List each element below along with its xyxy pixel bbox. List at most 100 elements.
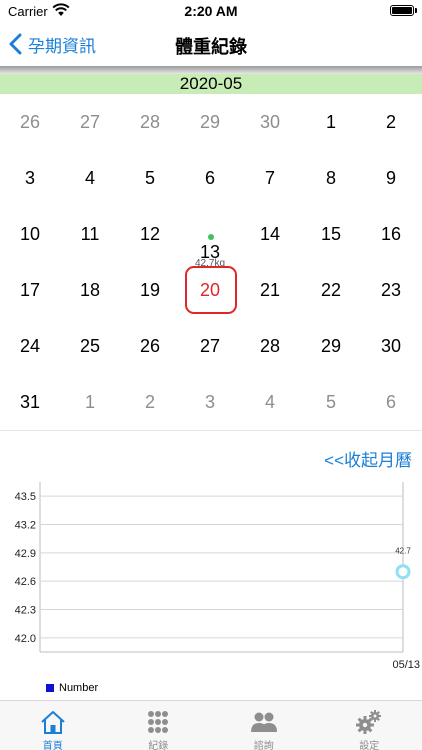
calendar-day-number: 4 xyxy=(84,168,95,188)
calendar-day[interactable]: 21 xyxy=(240,262,300,318)
grid-icon xyxy=(148,711,169,733)
people-icon xyxy=(250,712,277,732)
calendar-day[interactable]: 4 xyxy=(60,150,120,206)
calendar-day-number: 26 xyxy=(139,336,161,356)
calendar-day[interactable]: 5 xyxy=(301,374,361,430)
calendar-day-number: 16 xyxy=(380,224,402,244)
status-time: 2:20 AM xyxy=(184,3,238,19)
calendar-day-number: 30 xyxy=(259,112,281,132)
tab-consult[interactable]: 諮詢 xyxy=(211,701,317,750)
calendar-day[interactable]: 3 xyxy=(0,150,60,206)
calendar-day[interactable]: 29 xyxy=(301,318,361,374)
calendar-day[interactable]: 27 xyxy=(60,94,120,150)
calendar-day-number: 10 xyxy=(19,224,41,244)
weight-chart-svg: 43.5 43.2 42.9 42.6 42.3 42.0 05/13 42.7 xyxy=(15,482,420,671)
chart-y-tick-label: 42.6 xyxy=(15,576,36,588)
divider xyxy=(0,430,422,431)
month-header-shadow xyxy=(0,66,422,74)
calendar-day[interactable]: 8 xyxy=(301,150,361,206)
calendar-day[interactable]: 30 xyxy=(361,318,421,374)
calendar-day[interactable]: 28 xyxy=(240,318,300,374)
calendar-day-number: 12 xyxy=(139,224,161,244)
battery-cap xyxy=(415,8,417,13)
tab-records[interactable]: 紀錄 xyxy=(106,701,212,750)
calendar-day-number: 6 xyxy=(385,392,396,412)
chart-y-tick-label: 42.3 xyxy=(15,605,36,617)
legend-swatch xyxy=(46,684,54,692)
calendar-day[interactable]: 3 xyxy=(180,374,240,430)
chart-y-tick-label: 42.0 xyxy=(15,633,36,645)
weight-chart: 43.5 43.2 42.9 42.6 42.3 42.0 05/13 42.7 Number xyxy=(0,476,422,702)
tab-home[interactable]: 首頁 xyxy=(0,701,106,750)
calendar-day-number: 27 xyxy=(199,336,221,356)
calendar-day-number: 29 xyxy=(320,336,342,356)
calendar-day-number: 23 xyxy=(380,280,402,300)
calendar-day[interactable]: 30 xyxy=(240,94,300,150)
calendar-day-number: 17 xyxy=(19,280,41,300)
calendar-day[interactable]: 7 xyxy=(240,150,300,206)
calendar-day-number: 1 xyxy=(84,392,95,412)
home-icon xyxy=(41,711,65,734)
calendar-day[interactable]: 26 xyxy=(0,94,60,150)
calendar-day[interactable]: 6 xyxy=(180,150,240,206)
calendar-day-number: 3 xyxy=(24,168,35,188)
calendar-grid: 26 27 28 29 30 1 2 3 4 5 6 7 8 9 10 11 12 13 42.7kg 14 15 16 1… xyxy=(0,94,422,430)
chart-x-tick-label: 05/13 xyxy=(392,659,420,671)
calendar-day[interactable]: 19 xyxy=(120,262,180,318)
calendar-day[interactable]: 23 xyxy=(361,262,421,318)
calendar-day[interactable]: 27 xyxy=(180,318,240,374)
calendar-day[interactable]: 17 xyxy=(0,262,60,318)
calendar-day[interactable]: 12 xyxy=(120,206,180,262)
tab-settings-label: 設定 xyxy=(359,741,380,750)
calendar-day[interactable]: 2 xyxy=(120,374,180,430)
calendar-day-number: 6 xyxy=(204,168,215,188)
calendar-day[interactable]: 31 xyxy=(0,374,60,430)
calendar-day[interactable]: 29 xyxy=(180,94,240,150)
chart-y-tick-label: 43.2 xyxy=(15,520,36,532)
calendar-day[interactable]: 9 xyxy=(361,150,421,206)
calendar-day-number: 27 xyxy=(79,112,101,132)
calendar-day[interactable]: 18 xyxy=(60,262,120,318)
calendar-day[interactable]: 1 xyxy=(60,374,120,430)
tab-settings[interactable]: 設定 xyxy=(317,701,422,750)
calendar-day[interactable]: 4 xyxy=(240,374,300,430)
chart-data-label: 42.7 xyxy=(395,547,411,556)
calendar-day[interactable]: 24 xyxy=(0,318,60,374)
calendar-day[interactable]: 2 xyxy=(361,94,421,150)
calendar-day[interactable]: 25 xyxy=(60,318,120,374)
calendar-day[interactable]: 10 xyxy=(0,206,60,262)
calendar-day[interactable]: 1 xyxy=(301,94,361,150)
collapse-calendar-link[interactable]: <<收起月曆 xyxy=(324,446,412,471)
calendar-day[interactable]: 14 xyxy=(240,206,300,262)
calendar-day-number: 1 xyxy=(325,112,336,132)
calendar-day-number: 28 xyxy=(139,112,161,132)
calendar-day[interactable]: 6 xyxy=(361,374,421,430)
calendar-day-number: 15 xyxy=(320,224,342,244)
status-bar: Carrier 2:20 AM xyxy=(0,0,422,22)
calendar-day[interactable]: 16 xyxy=(361,206,421,262)
calendar-day[interactable]: 26 xyxy=(120,318,180,374)
record-marker-dot xyxy=(208,234,214,240)
calendar-day[interactable]: 15 xyxy=(301,206,361,262)
month-header: 2020-05 xyxy=(0,74,422,94)
legend-label: Number xyxy=(59,682,99,694)
calendar-day-number: 11 xyxy=(80,224,100,244)
tab-consult-label: 諮詢 xyxy=(253,741,274,750)
chart-y-tick-label: 42.9 xyxy=(15,548,36,560)
calendar-day[interactable]: 28 xyxy=(120,94,180,150)
calendar-day[interactable]: 20 xyxy=(180,262,240,318)
calendar-day-number: 26 xyxy=(19,112,41,132)
calendar-day-number: 5 xyxy=(325,392,336,412)
calendar-day-number: 18 xyxy=(79,280,101,300)
calendar-day[interactable]: 22 xyxy=(301,262,361,318)
nav-bar: 孕期資訊 體重紀錄 xyxy=(0,22,422,66)
calendar-day[interactable]: 5 xyxy=(120,150,180,206)
gears-icon xyxy=(356,710,382,734)
calendar-day[interactable]: 11 xyxy=(60,206,120,262)
calendar-day-number: 25 xyxy=(79,336,101,356)
battery-icon xyxy=(390,5,414,16)
calendar-day-number: 29 xyxy=(199,112,221,132)
calendar-day-number: 2 xyxy=(385,112,396,132)
page-title: 體重紀錄 xyxy=(175,37,247,57)
calendar-day[interactable]: 13 42.7kg xyxy=(180,206,240,269)
